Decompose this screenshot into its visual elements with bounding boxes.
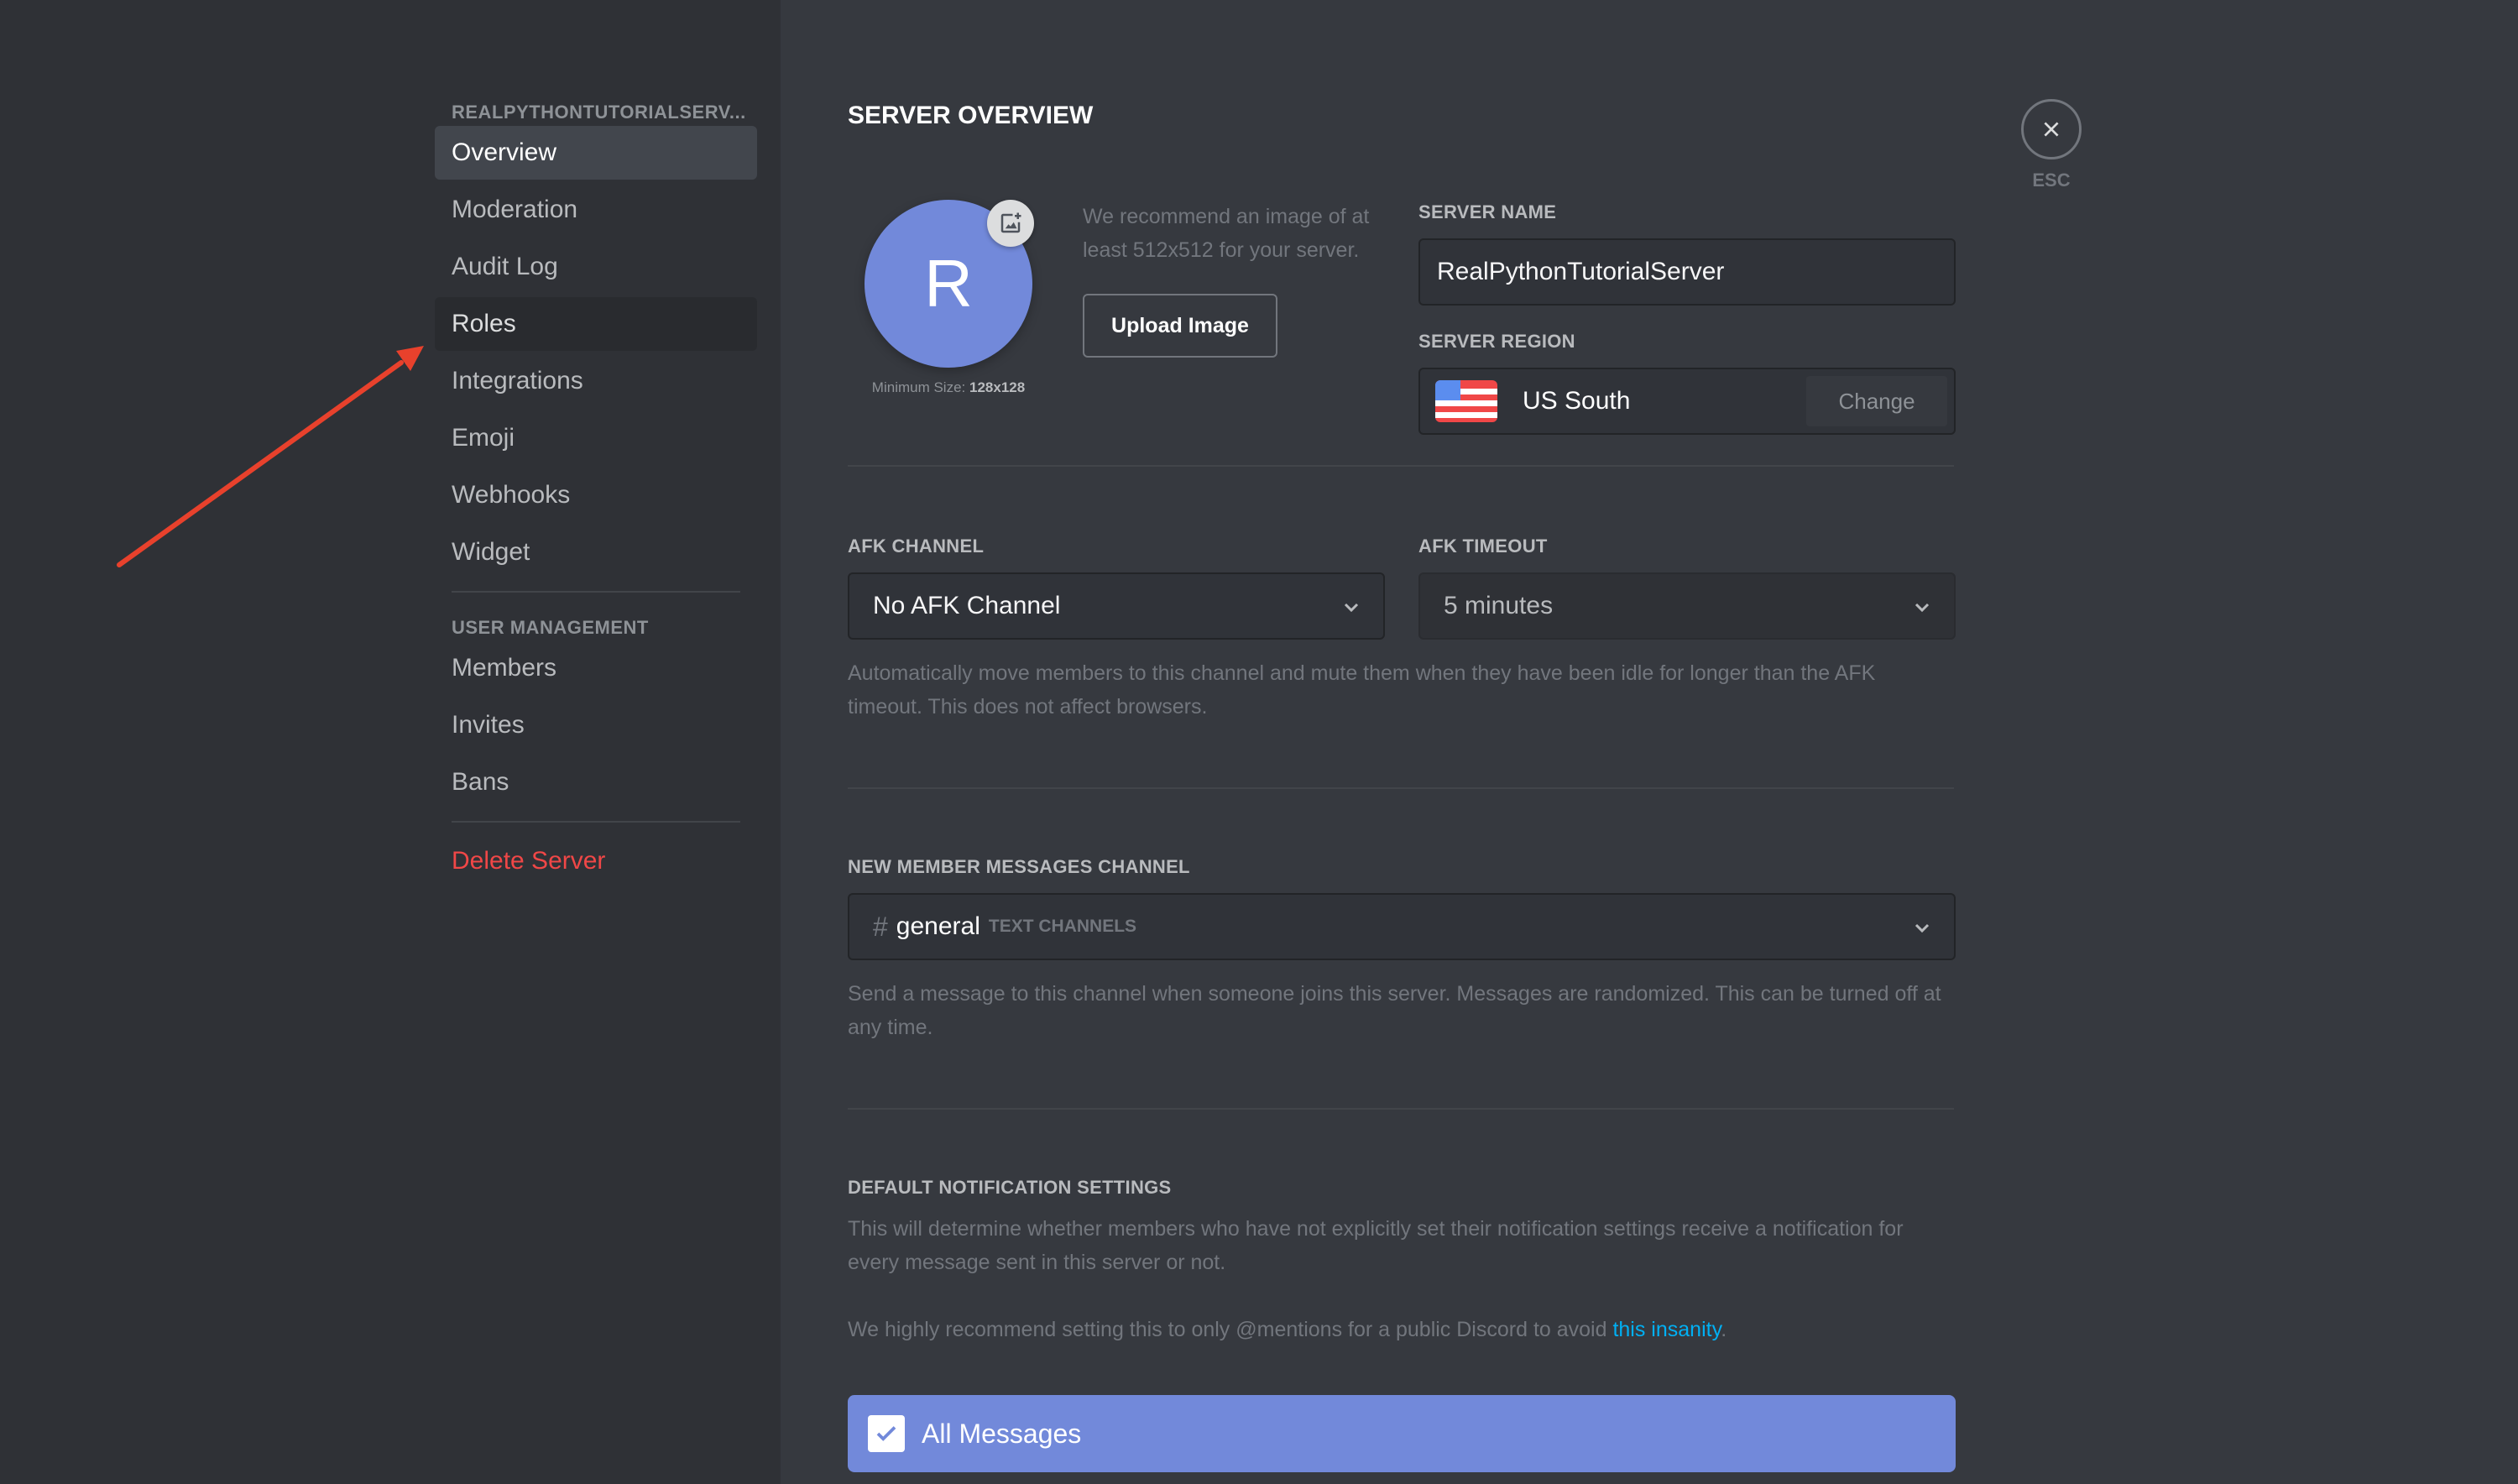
checkmark-icon — [876, 1426, 896, 1441]
server-name-header: REALPYTHONTUTORIALSERV... — [452, 102, 746, 123]
notification-recommendation: We highly recommend setting this to only… — [848, 1313, 1956, 1346]
channel-category: TEXT CHANNELS — [988, 917, 1137, 936]
server-name-label: SERVER NAME — [1418, 201, 1557, 222]
afk-channel-label: AFK CHANNEL — [848, 536, 985, 556]
sidebar-item-members[interactable]: Members — [435, 641, 757, 695]
chevron-down-icon — [1915, 603, 1930, 613]
server-region-field: US South Change — [1418, 368, 1956, 435]
afk-section: AFK CHANNEL No AFK Channel AFK TIMEOUT 5… — [848, 467, 1956, 724]
settings-sidebar: REALPYTHONTUTORIALSERV... Overview Moder… — [435, 99, 757, 891]
notification-option-all-messages[interactable]: All Messages — [848, 1395, 1956, 1472]
page-title: SERVER OVERVIEW — [848, 102, 1094, 129]
afk-timeout-value: 5 minutes — [1444, 592, 1554, 619]
server-region-value: US South — [1523, 387, 1631, 415]
server-overview-row: R Minimum Size: 128x128 We recommend an … — [848, 133, 1956, 468]
min-size-value: 128x128 — [969, 379, 1026, 395]
upload-image-button[interactable]: Upload Image — [1083, 294, 1277, 358]
afk-channel-select[interactable]: No AFK Channel — [848, 572, 1385, 640]
upload-group: We recommend an image of at least 512x51… — [1083, 200, 1385, 358]
channel-name: general — [896, 912, 980, 940]
insanity-link[interactable]: this insanity — [1612, 1318, 1721, 1341]
recommendation-suffix: . — [1721, 1318, 1727, 1341]
min-size-note: Minimum Size: 128x128 — [865, 379, 1032, 396]
chevron-down-icon — [1344, 603, 1359, 613]
afk-help-text: Automatically move members to this chann… — [848, 661, 1876, 718]
server-region-label: SERVER REGION — [1418, 331, 1575, 352]
option-label: All Messages — [922, 1418, 1082, 1449]
notification-help-text: This will determine whether members who … — [848, 1217, 1904, 1274]
sidebar-region: REALPYTHONTUTORIALSERV... Overview Moder… — [0, 0, 781, 1484]
change-region-button[interactable]: Change — [1806, 376, 1947, 426]
new-member-help-text: Send a message to this channel when some… — [848, 982, 1941, 1039]
sidebar-item-audit-log[interactable]: Audit Log — [435, 240, 757, 294]
sidebar-item-invites[interactable]: Invites — [435, 698, 757, 752]
sidebar-item-overview[interactable]: Overview — [435, 126, 757, 180]
user-management-header: USER MANAGEMENT — [452, 617, 649, 638]
sidebar-item-roles[interactable]: Roles — [435, 297, 757, 351]
new-member-section: NEW MEMBER MESSAGES CHANNEL # general TE… — [848, 789, 1956, 1044]
hash-icon: # — [873, 911, 888, 942]
main-content: SERVER OVERVIEW R Minimum Size: 128x128 … — [848, 99, 1956, 1472]
afk-timeout-label: AFK TIMEOUT — [1418, 536, 1548, 556]
sidebar-item-widget[interactable]: Widget — [435, 525, 757, 579]
sidebar-divider — [452, 821, 740, 823]
new-member-channel-select[interactable]: # general TEXT CHANNELS — [848, 893, 1956, 960]
server-details: SERVER NAME SERVER REGION US South Chang… — [1418, 200, 1956, 435]
server-name-input[interactable] — [1418, 238, 1956, 306]
add-image-icon[interactable] — [987, 200, 1034, 247]
min-size-label: Minimum Size: — [871, 379, 966, 395]
sidebar-item-emoji[interactable]: Emoji — [435, 411, 757, 465]
upload-hint: We recommend an image of at least 512x51… — [1083, 205, 1370, 262]
sidebar-divider — [452, 591, 740, 593]
esc-label: ESC — [2032, 170, 2071, 191]
recommendation-text: We highly recommend setting this to only… — [848, 1318, 1613, 1341]
chevron-down-icon — [1915, 923, 1930, 933]
notification-settings-label: DEFAULT NOTIFICATION SETTINGS — [848, 1177, 1172, 1198]
notification-section: DEFAULT NOTIFICATION SETTINGS This will … — [848, 1110, 1956, 1472]
us-flag-icon — [1435, 380, 1497, 422]
afk-channel-value: No AFK Channel — [873, 592, 1061, 619]
sidebar-item-bans[interactable]: Bans — [435, 755, 757, 809]
new-member-channel-label: NEW MEMBER MESSAGES CHANNEL — [848, 856, 1190, 877]
sidebar-item-integrations[interactable]: Integrations — [435, 354, 757, 408]
checkbox-checked[interactable] — [868, 1415, 905, 1452]
close-icon — [2044, 122, 2059, 137]
close-settings: ESC — [2021, 99, 2082, 191]
afk-timeout-select[interactable]: 5 minutes — [1418, 572, 1956, 640]
sidebar-item-moderation[interactable]: Moderation — [435, 183, 757, 237]
sidebar-item-webhooks[interactable]: Webhooks — [435, 468, 757, 522]
delete-server-button[interactable]: Delete Server — [435, 834, 757, 888]
close-button[interactable] — [2021, 99, 2082, 159]
server-icon-group: R Minimum Size: 128x128 — [865, 200, 1034, 396]
